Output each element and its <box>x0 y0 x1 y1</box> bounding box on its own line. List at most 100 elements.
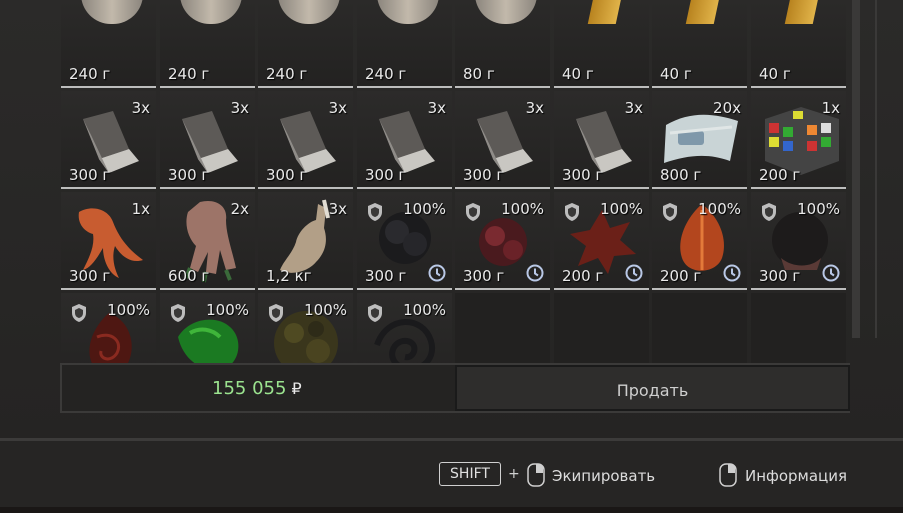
item-weight: 300 г <box>266 166 308 184</box>
item-count: 2x <box>230 200 249 218</box>
item-weight: 300 г <box>759 267 801 285</box>
item-weight: 300 г <box>463 166 505 184</box>
item-slot[interactable]: 240 г <box>357 0 452 88</box>
item-slot[interactable]: 2x 600 г <box>160 192 255 290</box>
item-condition: 100% <box>698 200 741 218</box>
shield-icon <box>72 304 86 322</box>
item-weight: 300 г <box>365 166 407 184</box>
item-weight: 300 г <box>562 166 604 184</box>
inventory-panel: 240 г 240 г 240 г 240 г 80 г 40 г 40 г 40 г 3x 30… <box>0 0 903 440</box>
panel-edge <box>875 0 877 338</box>
item-condition: 100% <box>206 301 249 319</box>
item-count: 3x <box>427 99 446 117</box>
plus-sign: + <box>508 466 520 482</box>
currency-symbol: ₽ <box>291 379 302 398</box>
item-condition: 100% <box>403 301 446 319</box>
sell-button-label: Продать <box>616 381 689 400</box>
item-weight: 40 г <box>660 65 692 83</box>
item-slot[interactable]: 3x 300 г <box>554 91 649 189</box>
mouse-left-icon <box>527 463 545 487</box>
item-slot[interactable]: 3x 1,2 кг <box>258 192 353 290</box>
item-count: 3x <box>230 99 249 117</box>
equip-hint[interactable]: Экипировать <box>552 467 655 485</box>
item-count: 3x <box>328 99 347 117</box>
total-price: 155 055 ₽ <box>212 378 302 399</box>
item-grid: 240 г 240 г 240 г 240 г 80 г 40 г 40 г 40 г 3x 30… <box>61 0 849 391</box>
item-slot[interactable]: 3x 300 г <box>160 91 255 189</box>
item-weight: 300 г <box>365 267 407 285</box>
item-slot[interactable]: 3x 300 г <box>61 91 156 189</box>
shield-icon <box>368 304 382 322</box>
item-slot[interactable]: 240 г <box>61 0 156 88</box>
item-weight: 240 г <box>266 65 308 83</box>
item-slot[interactable]: 100% 300 г <box>357 192 452 290</box>
item-slot[interactable]: 100% 300 г <box>751 192 846 290</box>
shield-icon <box>269 304 283 322</box>
item-image <box>784 0 822 24</box>
shift-key-hint: SHIFT <box>439 462 501 486</box>
item-count: 1x <box>131 200 150 218</box>
item-weight: 240 г <box>69 65 111 83</box>
item-weight: 1,2 кг <box>266 267 312 285</box>
item-slot[interactable]: 80 г <box>455 0 550 88</box>
shield-icon <box>368 203 382 221</box>
item-slot[interactable]: 1x 300 г <box>61 192 156 290</box>
item-condition: 100% <box>107 301 150 319</box>
item-condition: 100% <box>600 200 643 218</box>
item-slot[interactable]: 100% 300 г <box>455 192 550 290</box>
item-count: 3x <box>624 99 643 117</box>
item-slot[interactable]: 3x 300 г <box>357 91 452 189</box>
info-hint[interactable]: Информация <box>745 467 847 485</box>
clock-icon <box>526 264 544 282</box>
mouse-right-icon <box>719 463 737 487</box>
sell-button[interactable]: Продать <box>455 365 850 411</box>
item-slot[interactable]: 100% 200 г <box>554 192 649 290</box>
item-image <box>81 0 143 24</box>
item-image <box>475 0 537 24</box>
item-slot[interactable]: 100% 200 г <box>652 192 747 290</box>
item-count: 1x <box>821 99 840 117</box>
scrollbar[interactable] <box>852 0 860 338</box>
clock-icon <box>822 264 840 282</box>
item-weight: 200 г <box>660 267 702 285</box>
item-slot[interactable]: 3x 300 г <box>455 91 550 189</box>
item-slot[interactable]: 40 г <box>554 0 649 88</box>
shield-icon <box>466 203 480 221</box>
item-count: 20x <box>713 99 741 117</box>
item-slot[interactable]: 3x 300 г <box>258 91 353 189</box>
item-count: 3x <box>131 99 150 117</box>
item-count: 3x <box>525 99 544 117</box>
item-slot[interactable]: 20x 800 г <box>652 91 747 189</box>
clock-icon <box>428 264 446 282</box>
item-weight: 40 г <box>759 65 791 83</box>
shield-icon <box>171 304 185 322</box>
item-image <box>278 0 340 24</box>
item-condition: 100% <box>797 200 840 218</box>
item-image <box>180 0 242 24</box>
item-weight: 600 г <box>168 267 210 285</box>
item-image <box>377 0 439 24</box>
item-count: 3x <box>328 200 347 218</box>
item-slot[interactable]: 40 г <box>751 0 846 88</box>
shield-icon <box>663 203 677 221</box>
clock-icon <box>723 264 741 282</box>
item-slot[interactable]: 240 г <box>160 0 255 88</box>
item-condition: 100% <box>304 301 347 319</box>
item-slot[interactable]: 40 г <box>652 0 747 88</box>
item-slot[interactable]: 1x 200 г <box>751 91 846 189</box>
item-weight: 240 г <box>168 65 210 83</box>
item-condition: 100% <box>403 200 446 218</box>
item-weight: 200 г <box>562 267 604 285</box>
item-weight: 240 г <box>365 65 407 83</box>
item-weight: 300 г <box>69 267 111 285</box>
bottom-strip <box>0 507 903 513</box>
item-weight: 200 г <box>759 166 801 184</box>
item-weight: 80 г <box>463 65 495 83</box>
item-weight: 300 г <box>168 166 210 184</box>
item-image <box>685 0 723 24</box>
item-slot[interactable]: 240 г <box>258 0 353 88</box>
item-weight: 40 г <box>562 65 594 83</box>
clock-icon <box>625 264 643 282</box>
shield-icon <box>565 203 579 221</box>
item-weight: 300 г <box>69 166 111 184</box>
